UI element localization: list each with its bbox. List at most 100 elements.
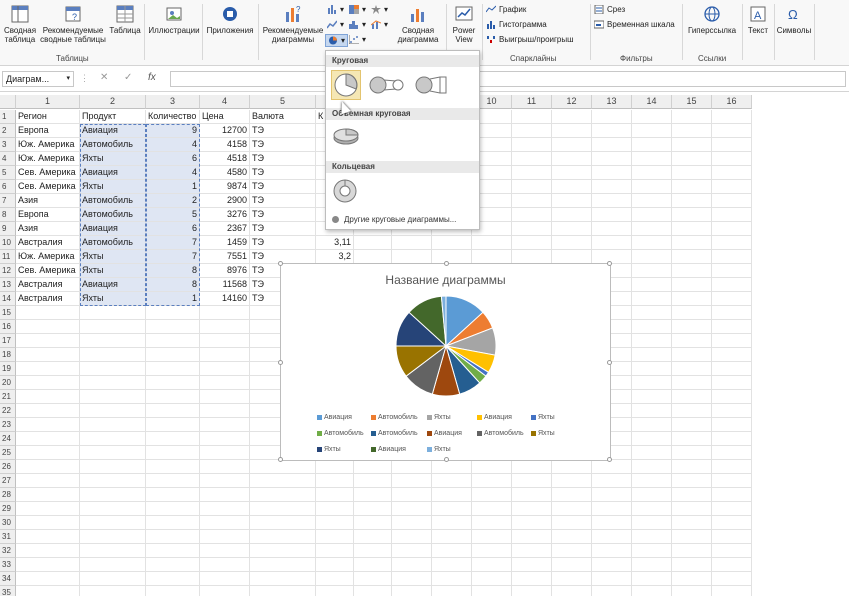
grid-cell[interactable]	[712, 250, 752, 264]
grid-cell[interactable]	[250, 516, 316, 530]
grid-cell[interactable]	[200, 418, 250, 432]
resize-handle[interactable]	[607, 457, 612, 462]
table-cell[interactable]: Автомобиль	[80, 208, 146, 222]
grid-cell[interactable]	[80, 488, 146, 502]
table-cell[interactable]: Азия	[16, 222, 80, 236]
grid-cell[interactable]	[200, 432, 250, 446]
grid-cell[interactable]	[672, 530, 712, 544]
apps-button[interactable]: Приложения	[204, 4, 256, 35]
grid-cell[interactable]	[392, 544, 432, 558]
grid-cell[interactable]	[712, 446, 752, 460]
grid-cell[interactable]	[632, 306, 672, 320]
grid-cell[interactable]	[472, 516, 512, 530]
grid-cell[interactable]	[250, 558, 316, 572]
grid-cell[interactable]	[432, 488, 472, 502]
grid-cell[interactable]	[16, 586, 80, 596]
grid-cell[interactable]	[632, 278, 672, 292]
grid-cell[interactable]	[250, 474, 316, 488]
row-header[interactable]: 4	[0, 152, 16, 166]
grid-cell[interactable]	[632, 376, 672, 390]
table-cell[interactable]: Сев. Америка	[16, 264, 80, 278]
grid-cell[interactable]	[80, 306, 146, 320]
grid-cell[interactable]	[432, 460, 472, 474]
row-header[interactable]: 18	[0, 348, 16, 362]
legend-item[interactable]: Яхты	[531, 430, 555, 437]
hierarchy-chart-button[interactable]: ▾	[349, 5, 366, 15]
more-pie-charts-link[interactable]: Другие круговые диаграммы...	[332, 215, 456, 224]
table-cell[interactable]: Яхты	[80, 250, 146, 264]
table-cell[interactable]: Сев. Америка	[16, 180, 80, 194]
grid-cell[interactable]	[16, 390, 80, 404]
grid-cell[interactable]	[392, 516, 432, 530]
grid-cell[interactable]	[632, 320, 672, 334]
table-cell[interactable]: 2	[146, 194, 200, 208]
grid-cell[interactable]	[712, 278, 752, 292]
grid-cell[interactable]	[712, 418, 752, 432]
grid-cell[interactable]	[712, 110, 752, 124]
row-header[interactable]: 28	[0, 488, 16, 502]
pie-2d-option[interactable]	[331, 70, 361, 100]
grid-cell[interactable]	[80, 516, 146, 530]
grid-cell[interactable]	[200, 530, 250, 544]
table-cell[interactable]: ТЭ	[250, 208, 316, 222]
grid-cell[interactable]	[712, 558, 752, 572]
table-cell[interactable]: 9874	[200, 180, 250, 194]
table-cell[interactable]: 2900	[200, 194, 250, 208]
grid-cell[interactable]	[392, 460, 432, 474]
grid-cell[interactable]	[712, 516, 752, 530]
grid-cell[interactable]	[354, 460, 392, 474]
legend-item[interactable]: Яхты	[427, 414, 451, 421]
grid-cell[interactable]	[316, 460, 354, 474]
grid-cell[interactable]	[146, 502, 200, 516]
grid-cell[interactable]	[512, 222, 552, 236]
grid-cell[interactable]	[80, 320, 146, 334]
table-cell[interactable]: ТЭ	[250, 152, 316, 166]
pivot-table-button[interactable]: Сводная таблица	[2, 4, 38, 44]
grid-cell[interactable]	[712, 124, 752, 138]
grid-cell[interactable]	[592, 502, 632, 516]
table-cell[interactable]: 3,11	[316, 236, 354, 250]
grid-cell[interactable]	[250, 572, 316, 586]
grid-cell[interactable]	[632, 166, 672, 180]
table-button[interactable]: Таблица	[108, 4, 142, 35]
row-header[interactable]: 17	[0, 334, 16, 348]
grid-cell[interactable]	[672, 502, 712, 516]
grid-cell[interactable]	[80, 474, 146, 488]
row-header[interactable]: 6	[0, 180, 16, 194]
grid-cell[interactable]	[552, 558, 592, 572]
grid-cell[interactable]	[712, 180, 752, 194]
grid-cell[interactable]	[712, 334, 752, 348]
grid-cell[interactable]	[672, 404, 712, 418]
grid-cell[interactable]	[354, 250, 392, 264]
grid-cell[interactable]	[200, 502, 250, 516]
grid-cell[interactable]	[632, 180, 672, 194]
grid-cell[interactable]	[146, 432, 200, 446]
grid-cell[interactable]	[472, 236, 512, 250]
grid-cell[interactable]	[432, 586, 472, 596]
legend-item[interactable]: Авиация	[477, 414, 512, 421]
grid-cell[interactable]	[592, 474, 632, 488]
recommended-pivot-button[interactable]: ? Рекомендуемые сводные таблицы	[40, 4, 106, 44]
grid-cell[interactable]	[472, 474, 512, 488]
grid-cell[interactable]	[354, 530, 392, 544]
grid-cell[interactable]	[432, 474, 472, 488]
grid-cell[interactable]	[712, 530, 752, 544]
header-cell[interactable]: Количество	[146, 110, 200, 124]
combo-chart-button[interactable]: ▾	[371, 20, 388, 30]
resize-handle[interactable]	[278, 261, 283, 266]
legend-item[interactable]: Авиация	[427, 430, 462, 437]
grid-cell[interactable]	[512, 152, 552, 166]
pivot-chart-button[interactable]: Сводная диаграмма	[392, 4, 444, 44]
table-cell[interactable]: Яхты	[80, 152, 146, 166]
table-cell[interactable]: ТЭ	[250, 222, 316, 236]
table-cell[interactable]: 14160	[200, 292, 250, 306]
grid-cell[interactable]	[316, 558, 354, 572]
formula-input[interactable]	[170, 71, 846, 87]
grid-cell[interactable]	[316, 474, 354, 488]
grid-cell[interactable]	[472, 544, 512, 558]
grid-cell[interactable]	[552, 222, 592, 236]
grid-cell[interactable]	[632, 460, 672, 474]
table-cell[interactable]: 4518	[200, 152, 250, 166]
grid-cell[interactable]	[712, 488, 752, 502]
row-header[interactable]: 12	[0, 264, 16, 278]
